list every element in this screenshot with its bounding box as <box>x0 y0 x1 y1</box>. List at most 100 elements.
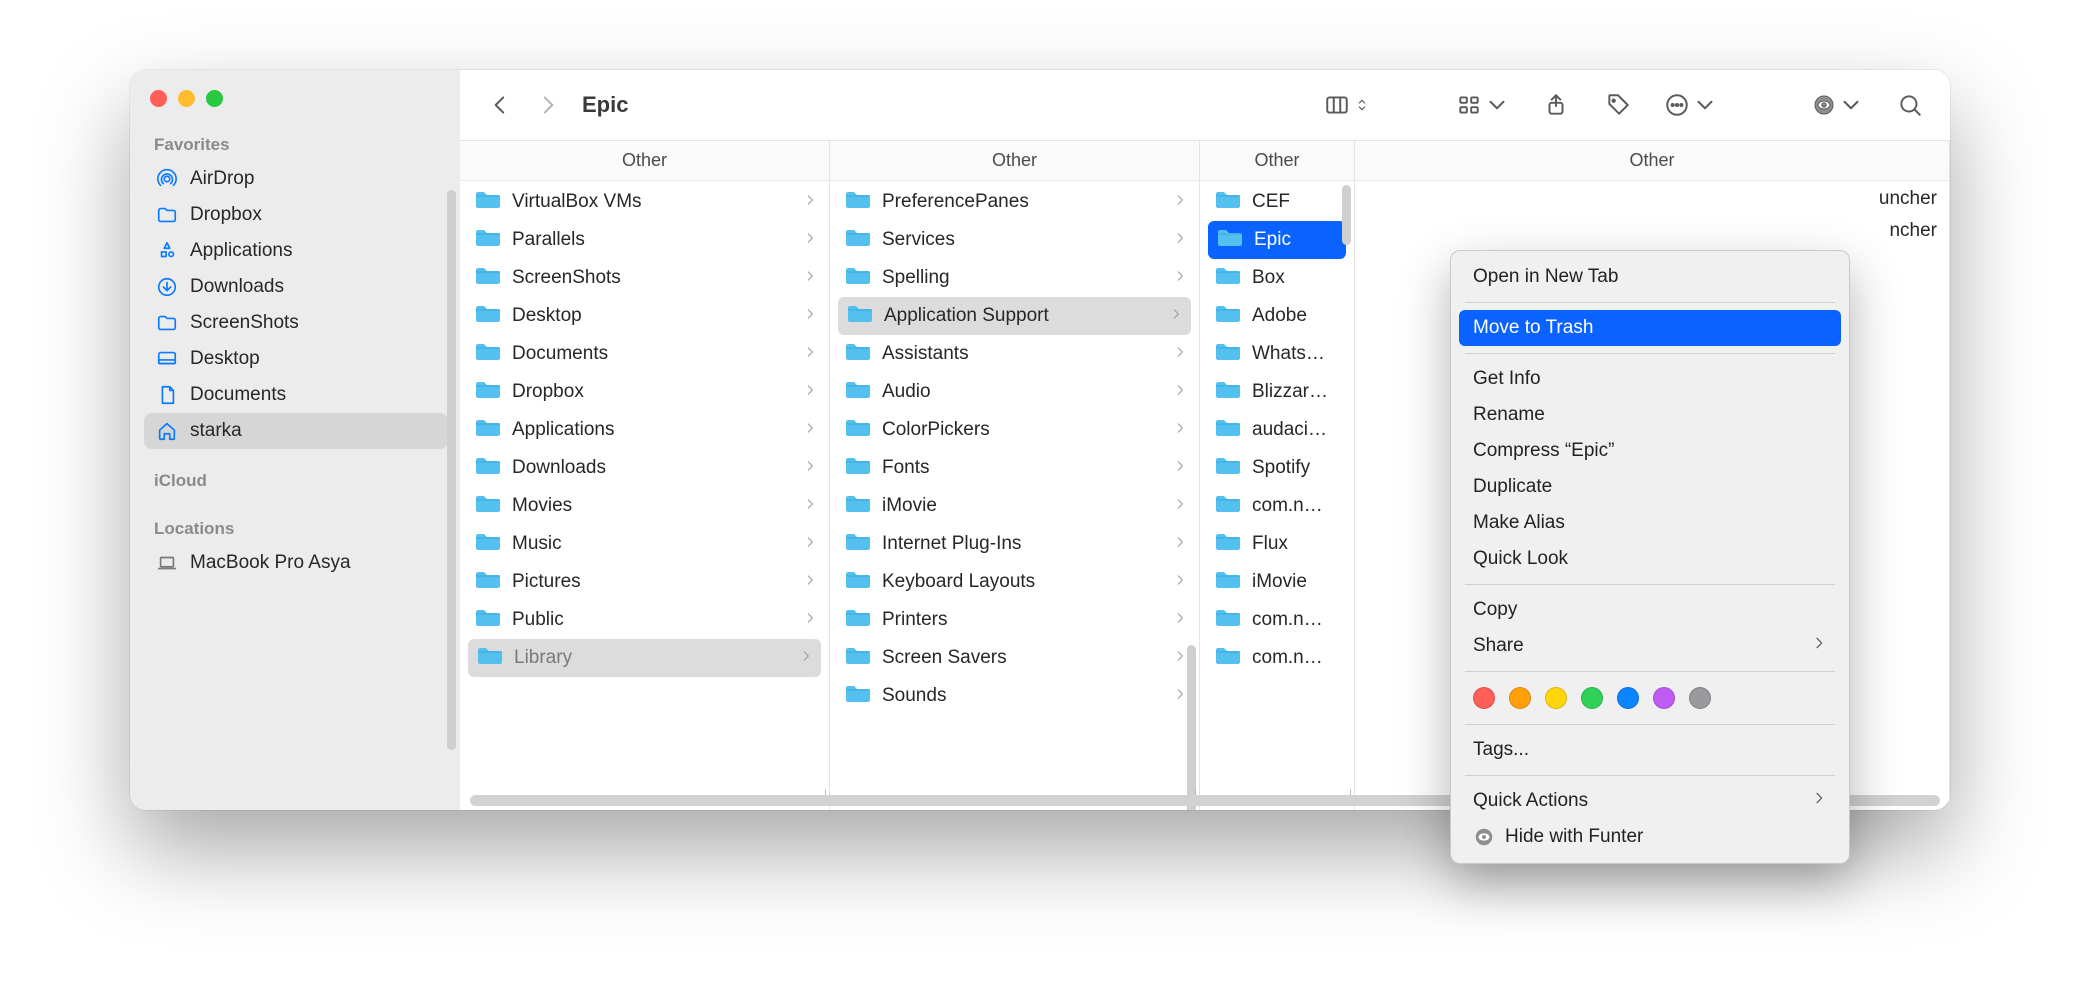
file-row[interactable]: CEF <box>1200 183 1354 221</box>
context-menu-item[interactable]: Copy <box>1451 592 1849 628</box>
tag-color-dot[interactable] <box>1545 687 1567 709</box>
tag-color-dot[interactable] <box>1581 687 1603 709</box>
context-menu-item[interactable]: Compress “Epic” <box>1451 433 1849 469</box>
column-body[interactable]: PreferencePanesServicesSpellingApplicati… <box>830 181 1199 810</box>
file-row[interactable]: Printers <box>830 601 1199 639</box>
sidebar-item-dropbox[interactable]: Dropbox <box>144 197 448 233</box>
sidebar-item-screenshots[interactable]: ScreenShots <box>144 305 448 341</box>
file-row[interactable]: Application Support <box>838 297 1191 335</box>
file-row[interactable]: Desktop <box>460 297 829 335</box>
file-row[interactable]: Public <box>460 601 829 639</box>
column-header[interactable]: Other <box>1355 141 1949 181</box>
context-menu-item[interactable]: Duplicate <box>1451 469 1849 505</box>
file-row[interactable]: com.n… <box>1200 639 1354 677</box>
file-row[interactable]: Internet Plug-Ins <box>830 525 1199 563</box>
file-row[interactable]: Spelling <box>830 259 1199 297</box>
file-row[interactable]: Audio <box>830 373 1199 411</box>
file-row[interactable]: VirtualBox VMs <box>460 183 829 221</box>
back-button[interactable] <box>480 85 520 125</box>
file-row[interactable]: ScreenShots <box>460 259 829 297</box>
share-button[interactable] <box>1536 85 1576 125</box>
search-button[interactable] <box>1890 85 1930 125</box>
file-row[interactable]: Screen Savers <box>830 639 1199 677</box>
group-by-button[interactable] <box>1452 85 1514 125</box>
context-menu-item[interactable]: Share <box>1451 628 1849 664</box>
file-name: Music <box>512 533 562 555</box>
file-row[interactable]: iMovie <box>830 487 1199 525</box>
sidebar-item-label: Desktop <box>190 348 260 370</box>
context-menu-item[interactable]: Quick Look <box>1451 541 1849 577</box>
sidebar-item-applications[interactable]: Applications <box>144 233 448 269</box>
tags-button[interactable] <box>1598 85 1638 125</box>
file-row[interactable]: Whats… <box>1200 335 1354 373</box>
file-row[interactable]: Pictures <box>460 563 829 601</box>
airdrop-icon <box>154 168 180 190</box>
sidebar-scrollbar[interactable] <box>447 190 456 750</box>
column-scrollbar[interactable] <box>1342 185 1351 245</box>
file-row[interactable]: PreferencePanes <box>830 183 1199 221</box>
context-menu-item-label: Duplicate <box>1473 476 1552 498</box>
file-name: uncher <box>1879 188 1937 210</box>
context-menu-item[interactable]: Hide with Funter <box>1451 819 1849 855</box>
file-row[interactable]: Sounds <box>830 677 1199 715</box>
file-row[interactable]: Documents <box>460 335 829 373</box>
context-menu-item[interactable]: Make Alias <box>1451 505 1849 541</box>
tag-color-dot[interactable] <box>1617 687 1639 709</box>
file-row[interactable]: Parallels <box>460 221 829 259</box>
file-row[interactable]: Box <box>1200 259 1354 297</box>
column-body[interactable]: VirtualBox VMsParallelsScreenShotsDeskto… <box>460 181 829 810</box>
context-menu-item[interactable]: Get Info <box>1451 361 1849 397</box>
file-row[interactable]: com.n… <box>1200 601 1354 639</box>
minimize-window-button[interactable] <box>178 90 195 107</box>
file-row[interactable]: iMovie <box>1200 563 1354 601</box>
file-row[interactable]: uncher <box>1355 183 1949 215</box>
file-row[interactable]: audaci… <box>1200 411 1354 449</box>
file-row[interactable]: Applications <box>460 411 829 449</box>
file-row[interactable]: Epic <box>1208 221 1346 259</box>
file-row[interactable]: com.n… <box>1200 487 1354 525</box>
view-mode-columns-button[interactable] <box>1318 85 1376 125</box>
file-row[interactable]: Fonts <box>830 449 1199 487</box>
context-menu-item[interactable]: Tags... <box>1451 732 1849 768</box>
tag-color-dot[interactable] <box>1653 687 1675 709</box>
folder-icon <box>1214 302 1242 330</box>
column-header[interactable]: Other <box>1200 141 1354 181</box>
context-menu-item[interactable]: Move to Trash <box>1459 310 1841 346</box>
file-row[interactable]: Adobe <box>1200 297 1354 335</box>
context-menu-item[interactable]: Quick Actions <box>1451 783 1849 819</box>
file-row[interactable]: ncher <box>1355 215 1949 247</box>
sidebar-item-macbook-pro-asya[interactable]: MacBook Pro Asya <box>144 545 448 581</box>
tag-color-dot[interactable] <box>1689 687 1711 709</box>
file-row[interactable]: Spotify <box>1200 449 1354 487</box>
sidebar-item-downloads[interactable]: Downloads <box>144 269 448 305</box>
column-header[interactable]: Other <box>460 141 829 181</box>
tag-color-dot[interactable] <box>1473 687 1495 709</box>
file-row[interactable]: Dropbox <box>460 373 829 411</box>
funter-visibility-button[interactable] <box>1808 85 1868 125</box>
sidebar-item-airdrop[interactable]: AirDrop <box>144 161 448 197</box>
more-actions-button[interactable] <box>1660 85 1722 125</box>
sidebar-item-starka[interactable]: starka <box>144 413 448 449</box>
sidebar-item-desktop[interactable]: Desktop <box>144 341 448 377</box>
file-row[interactable]: Flux <box>1200 525 1354 563</box>
file-row[interactable]: Assistants <box>830 335 1199 373</box>
zoom-window-button[interactable] <box>206 90 223 107</box>
file-row[interactable]: ColorPickers <box>830 411 1199 449</box>
context-menu-item[interactable]: Rename <box>1451 397 1849 433</box>
tag-color-dot[interactable] <box>1509 687 1531 709</box>
file-row[interactable]: Services <box>830 221 1199 259</box>
file-row[interactable]: Keyboard Layouts <box>830 563 1199 601</box>
file-row[interactable]: Music <box>460 525 829 563</box>
context-menu-item[interactable]: Open in New Tab <box>1451 259 1849 295</box>
close-window-button[interactable] <box>150 90 167 107</box>
sidebar-item-documents[interactable]: Documents <box>144 377 448 413</box>
file-row[interactable]: Movies <box>460 487 829 525</box>
column-body[interactable]: CEFEpicBoxAdobeWhats…Blizzar…audaci…Spot… <box>1200 181 1354 810</box>
context-menu: Open in New Tab Move to Trash Get InfoRena… <box>1450 250 1850 864</box>
forward-button[interactable] <box>528 85 568 125</box>
file-row[interactable]: Library <box>468 639 821 677</box>
file-row[interactable]: Downloads <box>460 449 829 487</box>
folder-icon <box>844 226 872 254</box>
file-row[interactable]: Blizzar… <box>1200 373 1354 411</box>
column-header[interactable]: Other <box>830 141 1199 181</box>
